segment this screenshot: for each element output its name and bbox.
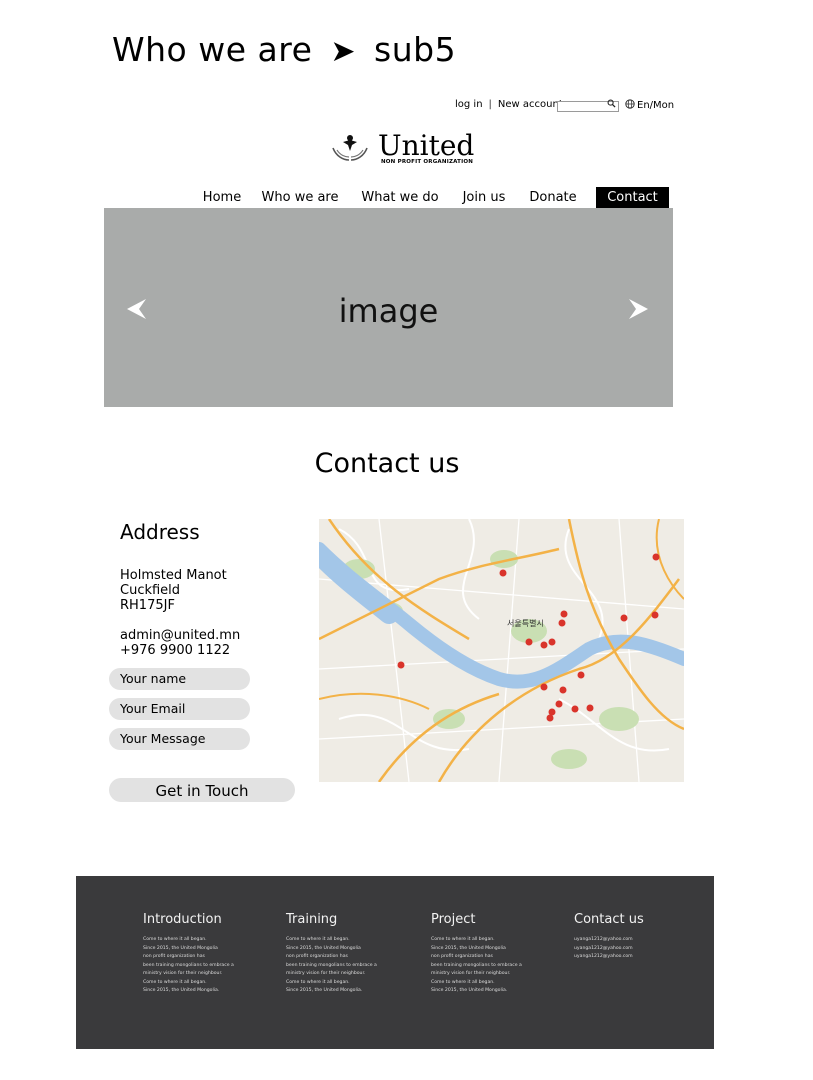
logo-name: United xyxy=(378,129,475,162)
footer-email-link[interactable]: uyanga1212@yahoo.com xyxy=(574,953,704,962)
footer-text: Come to where it all began. xyxy=(286,979,350,985)
footer-heading: Training xyxy=(286,912,338,927)
address-line: Cuckfield xyxy=(120,583,181,598)
top-links: log in | New account xyxy=(455,99,563,110)
footer-text: ministry vision for their neighbour. xyxy=(286,971,366,976)
message-field[interactable]: Your Message xyxy=(109,728,250,750)
footer-heading: Contact us xyxy=(574,912,644,927)
slider-prev-arrow-icon[interactable] xyxy=(124,296,148,322)
footer-text: non profit organization has xyxy=(143,954,205,959)
footer-email-link[interactable]: uyanga1212@yahoo.com xyxy=(574,936,704,945)
nav-who-we-are[interactable]: Who we are xyxy=(259,187,341,209)
footer-text: Come to where it all began. xyxy=(143,979,207,985)
footer-text: Since 2015, the United Mongolia. xyxy=(286,988,363,993)
language-label: En/Mon xyxy=(637,100,675,111)
footer-column-introduction: Introduction Come to where it all began.… xyxy=(143,912,273,996)
address-line: RH175JF xyxy=(120,598,175,613)
contact-email[interactable]: admin@united.mn xyxy=(120,628,240,643)
footer-email-link[interactable]: uyanga1212@yahoo.com xyxy=(574,945,704,954)
footer-column-project: Project Come to where it all began. Sinc… xyxy=(431,912,561,996)
address-heading: Address xyxy=(120,520,200,544)
footer-text: Come to where it all began. xyxy=(431,937,495,942)
search-icon[interactable] xyxy=(607,99,616,111)
footer-heading: Introduction xyxy=(143,912,222,927)
footer-text: been training mongolians to embrace a xyxy=(286,962,377,968)
map[interactable]: 서울특별시 xyxy=(319,519,684,782)
nav-what-we-do[interactable]: What we do xyxy=(357,187,443,209)
map-city-label: 서울특별시 xyxy=(507,618,544,628)
nav-join-us[interactable]: Join us xyxy=(456,187,512,209)
page-title: Who we are ➤ sub5 xyxy=(112,30,456,69)
search-input[interactable] xyxy=(557,99,619,112)
slider-next-arrow-icon[interactable] xyxy=(627,296,651,322)
footer-text: been training mongolians to embrace a xyxy=(143,962,234,968)
hero-image-placeholder: image xyxy=(338,292,439,330)
get-in-touch-button[interactable]: Get in Touch xyxy=(109,778,295,802)
footer-text: ministry vision for their neighbour. xyxy=(431,971,511,976)
contact-title: Contact us xyxy=(314,448,460,479)
login-link[interactable]: log in xyxy=(455,99,483,110)
footer-text: Since 2015, the United Mongolia. xyxy=(431,988,508,993)
nav-donate[interactable]: Donate xyxy=(524,187,582,209)
footer-heading: Project xyxy=(431,912,476,927)
email-field[interactable]: Your Email xyxy=(109,698,250,720)
footer-text: Since 2015, the United Mongolia xyxy=(143,945,218,951)
map-graphic: 서울특별시 xyxy=(319,519,684,782)
globe-icon xyxy=(625,99,635,112)
footer-text: non profit organization has xyxy=(286,954,348,959)
arrow-right-icon: ➤ xyxy=(330,34,357,69)
footer-text: ministry vision for their neighbour. xyxy=(143,971,223,976)
logo[interactable]: United NON PROFIT ORGANIZATION xyxy=(330,130,474,168)
new-account-link[interactable]: New account xyxy=(498,99,563,110)
address-line: Holmsted Manot xyxy=(120,568,227,583)
link-separator: | xyxy=(488,99,492,110)
footer-text: Since 2015, the United Mongolia. xyxy=(143,988,220,993)
page-title-section: Who we are xyxy=(112,30,313,69)
footer-text: Come to where it all began. xyxy=(143,937,207,942)
contact-phone: +976 9900 1122 xyxy=(120,643,231,658)
footer-text: Since 2015, the United Mongolia xyxy=(431,945,506,951)
hands-logo-icon xyxy=(330,130,370,168)
footer-text: non profit organization has xyxy=(431,954,493,959)
page-title-sub: sub5 xyxy=(374,30,457,69)
nav-contact[interactable]: Contact xyxy=(596,187,669,209)
name-field[interactable]: Your name xyxy=(109,668,250,690)
footer-text: Come to where it all began. xyxy=(431,979,495,985)
footer-column-training: Training Come to where it all began. Sin… xyxy=(286,912,416,996)
footer-text: Come to where it all began. xyxy=(286,937,350,942)
logo-tagline: NON PROFIT ORGANIZATION xyxy=(381,159,474,165)
hero-slider: image xyxy=(104,208,673,407)
footer-text: Since 2015, the United Mongolia xyxy=(286,945,361,951)
nav-home[interactable]: Home xyxy=(196,187,248,209)
language-switch[interactable]: En/Mon xyxy=(625,99,674,112)
footer: Introduction Come to where it all began.… xyxy=(76,876,714,1049)
footer-column-contact: Contact us uyanga1212@yahoo.com uyanga12… xyxy=(574,912,704,962)
footer-text: been training mongolians to embrace a xyxy=(431,962,522,968)
